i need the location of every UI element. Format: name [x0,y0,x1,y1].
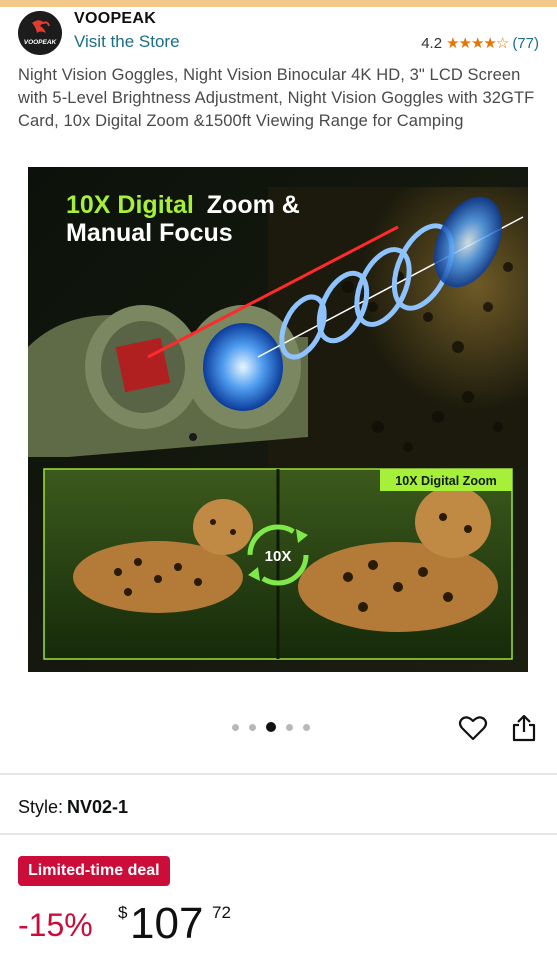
zoom-badge: 10X Digital Zoom [395,474,496,488]
share-icon[interactable] [510,713,538,743]
carousel-dot[interactable] [286,723,293,731]
product-title: Night Vision Goggles, Night Vision Binoc… [18,66,535,130]
carousel-dot[interactable] [303,723,310,731]
brand-logo[interactable]: VOOPEAK [18,11,62,55]
discount-percent: -15% [18,907,93,943]
rating-value: 4.2 [421,34,443,52]
store-header: VOOPEAK VOOPEAK Visit the Store 4.2 ★★★★… [0,7,557,59]
top-color-bar [0,0,557,7]
brand-name: VOOPEAK [74,10,157,27]
headline-accent: 10X Digital [66,191,194,219]
style-selector[interactable]: Style: NV02-1 [18,797,128,818]
svg-text:10X Digital Zoom &: 10X Digital Zoom & [66,191,300,219]
logo-text: VOOPEAK [24,39,58,46]
star-icon: ★★★★☆ [446,35,509,52]
divider [0,773,557,775]
visit-store-link[interactable]: Visit the Store [74,32,180,52]
rating-count[interactable]: (77) [512,35,539,52]
price-fraction: 72 [212,903,231,922]
divider [0,833,557,835]
price-currency: $ [118,903,128,922]
carousel-dot[interactable] [232,723,239,731]
product-image[interactable]: 10X Digital Zoom & Manual Focus 10X Digi… [28,167,528,672]
rating-summary[interactable]: 4.2 ★★★★☆ (77) [421,34,539,53]
zoom-circle-label: 10X [265,548,292,565]
price-whole: 107 [130,899,204,948]
limited-time-deal-badge: Limited-time deal [18,856,170,886]
carousel-dot[interactable] [249,723,256,731]
image-carousel-dots[interactable] [232,722,310,732]
heart-icon[interactable] [458,713,488,743]
headline-line2: Manual Focus [66,219,233,247]
style-value: NV02-1 [67,797,129,817]
headline-rest: Zoom & [207,191,300,219]
carousel-dot-active[interactable] [266,722,276,732]
style-label: Style: [18,797,64,817]
